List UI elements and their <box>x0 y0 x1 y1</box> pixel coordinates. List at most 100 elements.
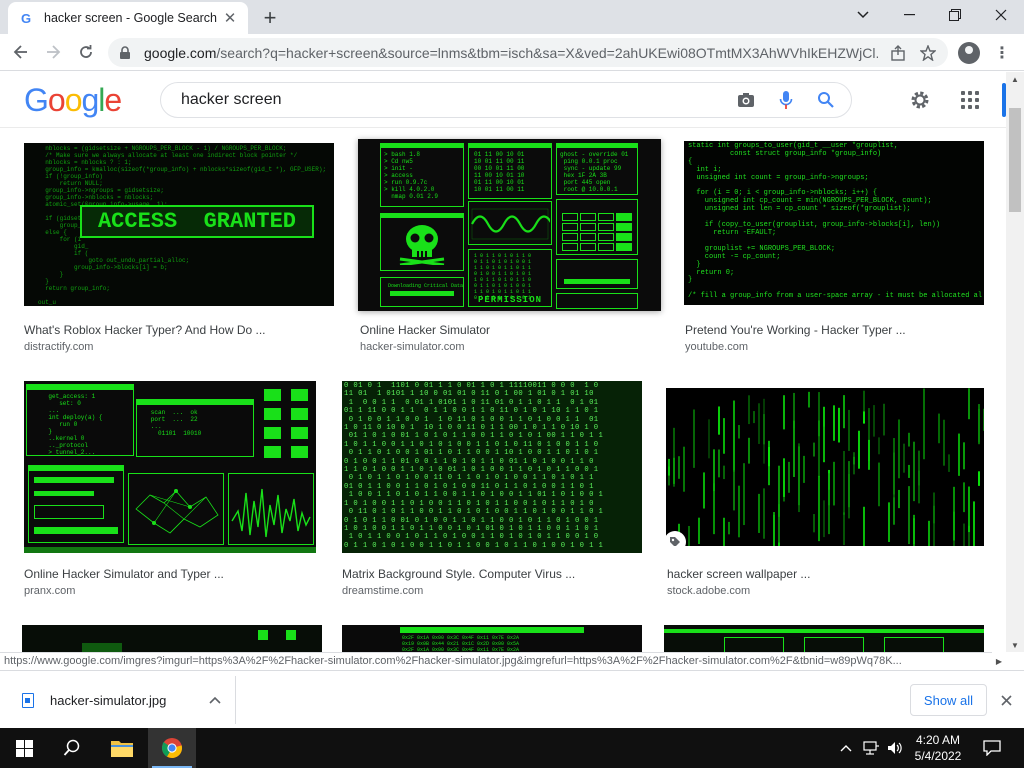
new-tab-button[interactable]: + <box>258 6 282 30</box>
profile-avatar-icon[interactable] <box>958 42 980 64</box>
download-filename: hacker-simulator.jpg <box>50 692 167 708</box>
sim-table <box>562 213 632 251</box>
matrix-streak <box>958 433 960 476</box>
scrollbar-thumb[interactable] <box>1009 108 1021 212</box>
volume-icon[interactable] <box>884 738 906 758</box>
matrix-streak <box>728 521 730 535</box>
search-icon <box>63 739 80 756</box>
google-logo-letter: G <box>24 82 49 118</box>
result-thumbnail[interactable]: static int groups_to_user(gid_t __user *… <box>684 141 984 305</box>
download-item[interactable]: hacker-simulator.jpg <box>6 676 236 724</box>
matrix-streak <box>743 463 745 526</box>
voice-search-mic-icon[interactable] <box>775 89 797 111</box>
reload-icon <box>80 45 92 58</box>
notifications-icon[interactable] <box>980 738 1004 758</box>
matrix-streak <box>833 461 835 506</box>
result-thumbnail[interactable] <box>666 388 984 546</box>
scroll-up-arrow-icon[interactable]: ▲ <box>1006 72 1024 86</box>
start-button[interactable] <box>0 728 48 768</box>
tab-close-icon[interactable]: ✕ <box>222 10 238 27</box>
download-shelf: hacker-simulator.jpg Show all <box>0 670 1024 728</box>
tab-search-button[interactable] <box>840 0 886 30</box>
matrix-streak <box>723 465 725 480</box>
taskbar-search-button[interactable] <box>48 728 96 768</box>
result-source[interactable]: pranx.com <box>24 585 75 597</box>
sim-text: scan ... ok port ... 22 ... 01101 10010 <box>150 409 202 437</box>
result-thumbnail[interactable]: get_access: 1 set: 0 ... int deploy(a) {… <box>24 381 316 553</box>
restore-button[interactable] <box>932 0 978 30</box>
matrix-streak <box>783 480 785 502</box>
matrix-streak <box>668 458 670 476</box>
search-box[interactable] <box>160 82 852 118</box>
result-thumbnail[interactable] <box>664 625 984 652</box>
result-source[interactable]: stock.adobe.com <box>667 585 750 597</box>
show-all-button[interactable]: Show all <box>910 684 987 716</box>
google-logo[interactable]: Google <box>24 82 122 119</box>
close-shelf-icon[interactable] <box>996 688 1016 712</box>
scroll-down-arrow-icon[interactable]: ▼ <box>1006 638 1024 652</box>
matrix-streak <box>908 464 910 478</box>
result-title[interactable]: Matrix Background Style. Computer Virus … <box>342 567 575 581</box>
reload-button[interactable] <box>73 39 99 65</box>
code-line: const struct group_info *group_info) <box>688 149 882 158</box>
result-thumbnail[interactable] <box>22 625 322 652</box>
result-source[interactable]: distractify.com <box>24 341 93 353</box>
camera-search-icon[interactable] <box>735 89 757 111</box>
show-hidden-icons-icon[interactable] <box>838 738 854 758</box>
matrix-streak <box>843 450 845 515</box>
result-thumbnail[interactable]: 0 01 0 1 1101 0 01 1 1 0 01 1 0 1 111100… <box>342 381 642 553</box>
result-title[interactable]: Online Hacker Simulator and Typer ... <box>24 567 224 581</box>
folder-icon <box>111 741 133 757</box>
world-network-map <box>135 489 219 534</box>
matrix-streak <box>858 430 860 469</box>
result-title[interactable]: Online Hacker Simulator <box>360 323 490 337</box>
network-icon[interactable] <box>860 738 882 758</box>
sine-wave-graph <box>471 208 550 240</box>
browser-tab[interactable]: G hacker screen - Google Search ✕ <box>8 2 248 34</box>
search-input[interactable] <box>181 91 717 109</box>
access-granted-box: ACCESS GRANTED <box>80 205 314 238</box>
share-icon[interactable] <box>888 43 908 63</box>
sim-bar <box>34 527 118 534</box>
matrix-streak <box>963 442 965 470</box>
result-thumbnail[interactable]: 0x2F 0x1A 0x00 0x3C 0x4F 0x11 0x7E 0x2A … <box>342 625 642 652</box>
result-thumbnail[interactable]: nblocks = (gidsetsize + NGROUPS_PER_BLOC… <box>24 143 334 306</box>
result-thumbnail-selected[interactable]: > bash 1.8 > Cd nw5 > init - > access > … <box>358 139 661 311</box>
code-line: return 0; <box>688 268 735 277</box>
result-title[interactable]: What's Roblox Hacker Typer? And How Do .… <box>24 323 266 337</box>
matrix-streak <box>763 488 765 539</box>
matrix-streak <box>808 391 810 408</box>
search-icon[interactable] <box>815 89 837 111</box>
close-window-button[interactable] <box>978 0 1024 30</box>
taskbar-clock[interactable]: 4:20 AM 5/4/2022 <box>906 732 970 764</box>
file-explorer-button[interactable] <box>98 728 146 768</box>
sim-input <box>34 505 104 519</box>
minimize-button[interactable] <box>886 0 932 30</box>
matrix-streak <box>843 512 845 546</box>
google-apps-icon[interactable] <box>958 88 982 112</box>
chrome-taskbar-button[interactable] <box>148 728 196 768</box>
result-source[interactable]: dreamstime.com <box>342 585 423 597</box>
result-source[interactable]: youtube.com <box>685 341 748 353</box>
vertical-scrollbar[interactable]: ▲ ▼ <box>1006 72 1024 652</box>
scroll-right-arrow-icon[interactable]: ▶ <box>992 652 1006 670</box>
settings-gear-icon[interactable] <box>908 88 932 112</box>
bookmark-star-icon[interactable] <box>918 43 938 63</box>
image-results-grid: nblocks = (gidsetsize + NGROUPS_PER_BLOC… <box>0 129 1006 652</box>
forward-button[interactable] <box>40 39 66 65</box>
matrix-streak <box>813 514 815 533</box>
result-source[interactable]: hacker-simulator.com <box>360 341 465 353</box>
result-title[interactable]: hacker screen wallpaper ... <box>667 567 810 581</box>
matrix-streak <box>723 418 725 454</box>
chrome-menu-icon[interactable]: ⋮ <box>994 42 1010 64</box>
code-line: } <box>688 276 693 285</box>
chevron-up-icon[interactable] <box>203 693 227 707</box>
back-button[interactable] <box>8 39 34 65</box>
matrix-streak <box>698 517 700 544</box>
address-bar[interactable]: google.com/search?q=hacker+screen&source… <box>108 38 948 67</box>
sim-bar <box>34 477 114 483</box>
result-title[interactable]: Pretend You're Working - Hacker Typer ..… <box>685 323 906 337</box>
matrix-streak <box>768 447 770 467</box>
sim-window <box>804 637 864 652</box>
matrix-streak <box>733 400 735 472</box>
